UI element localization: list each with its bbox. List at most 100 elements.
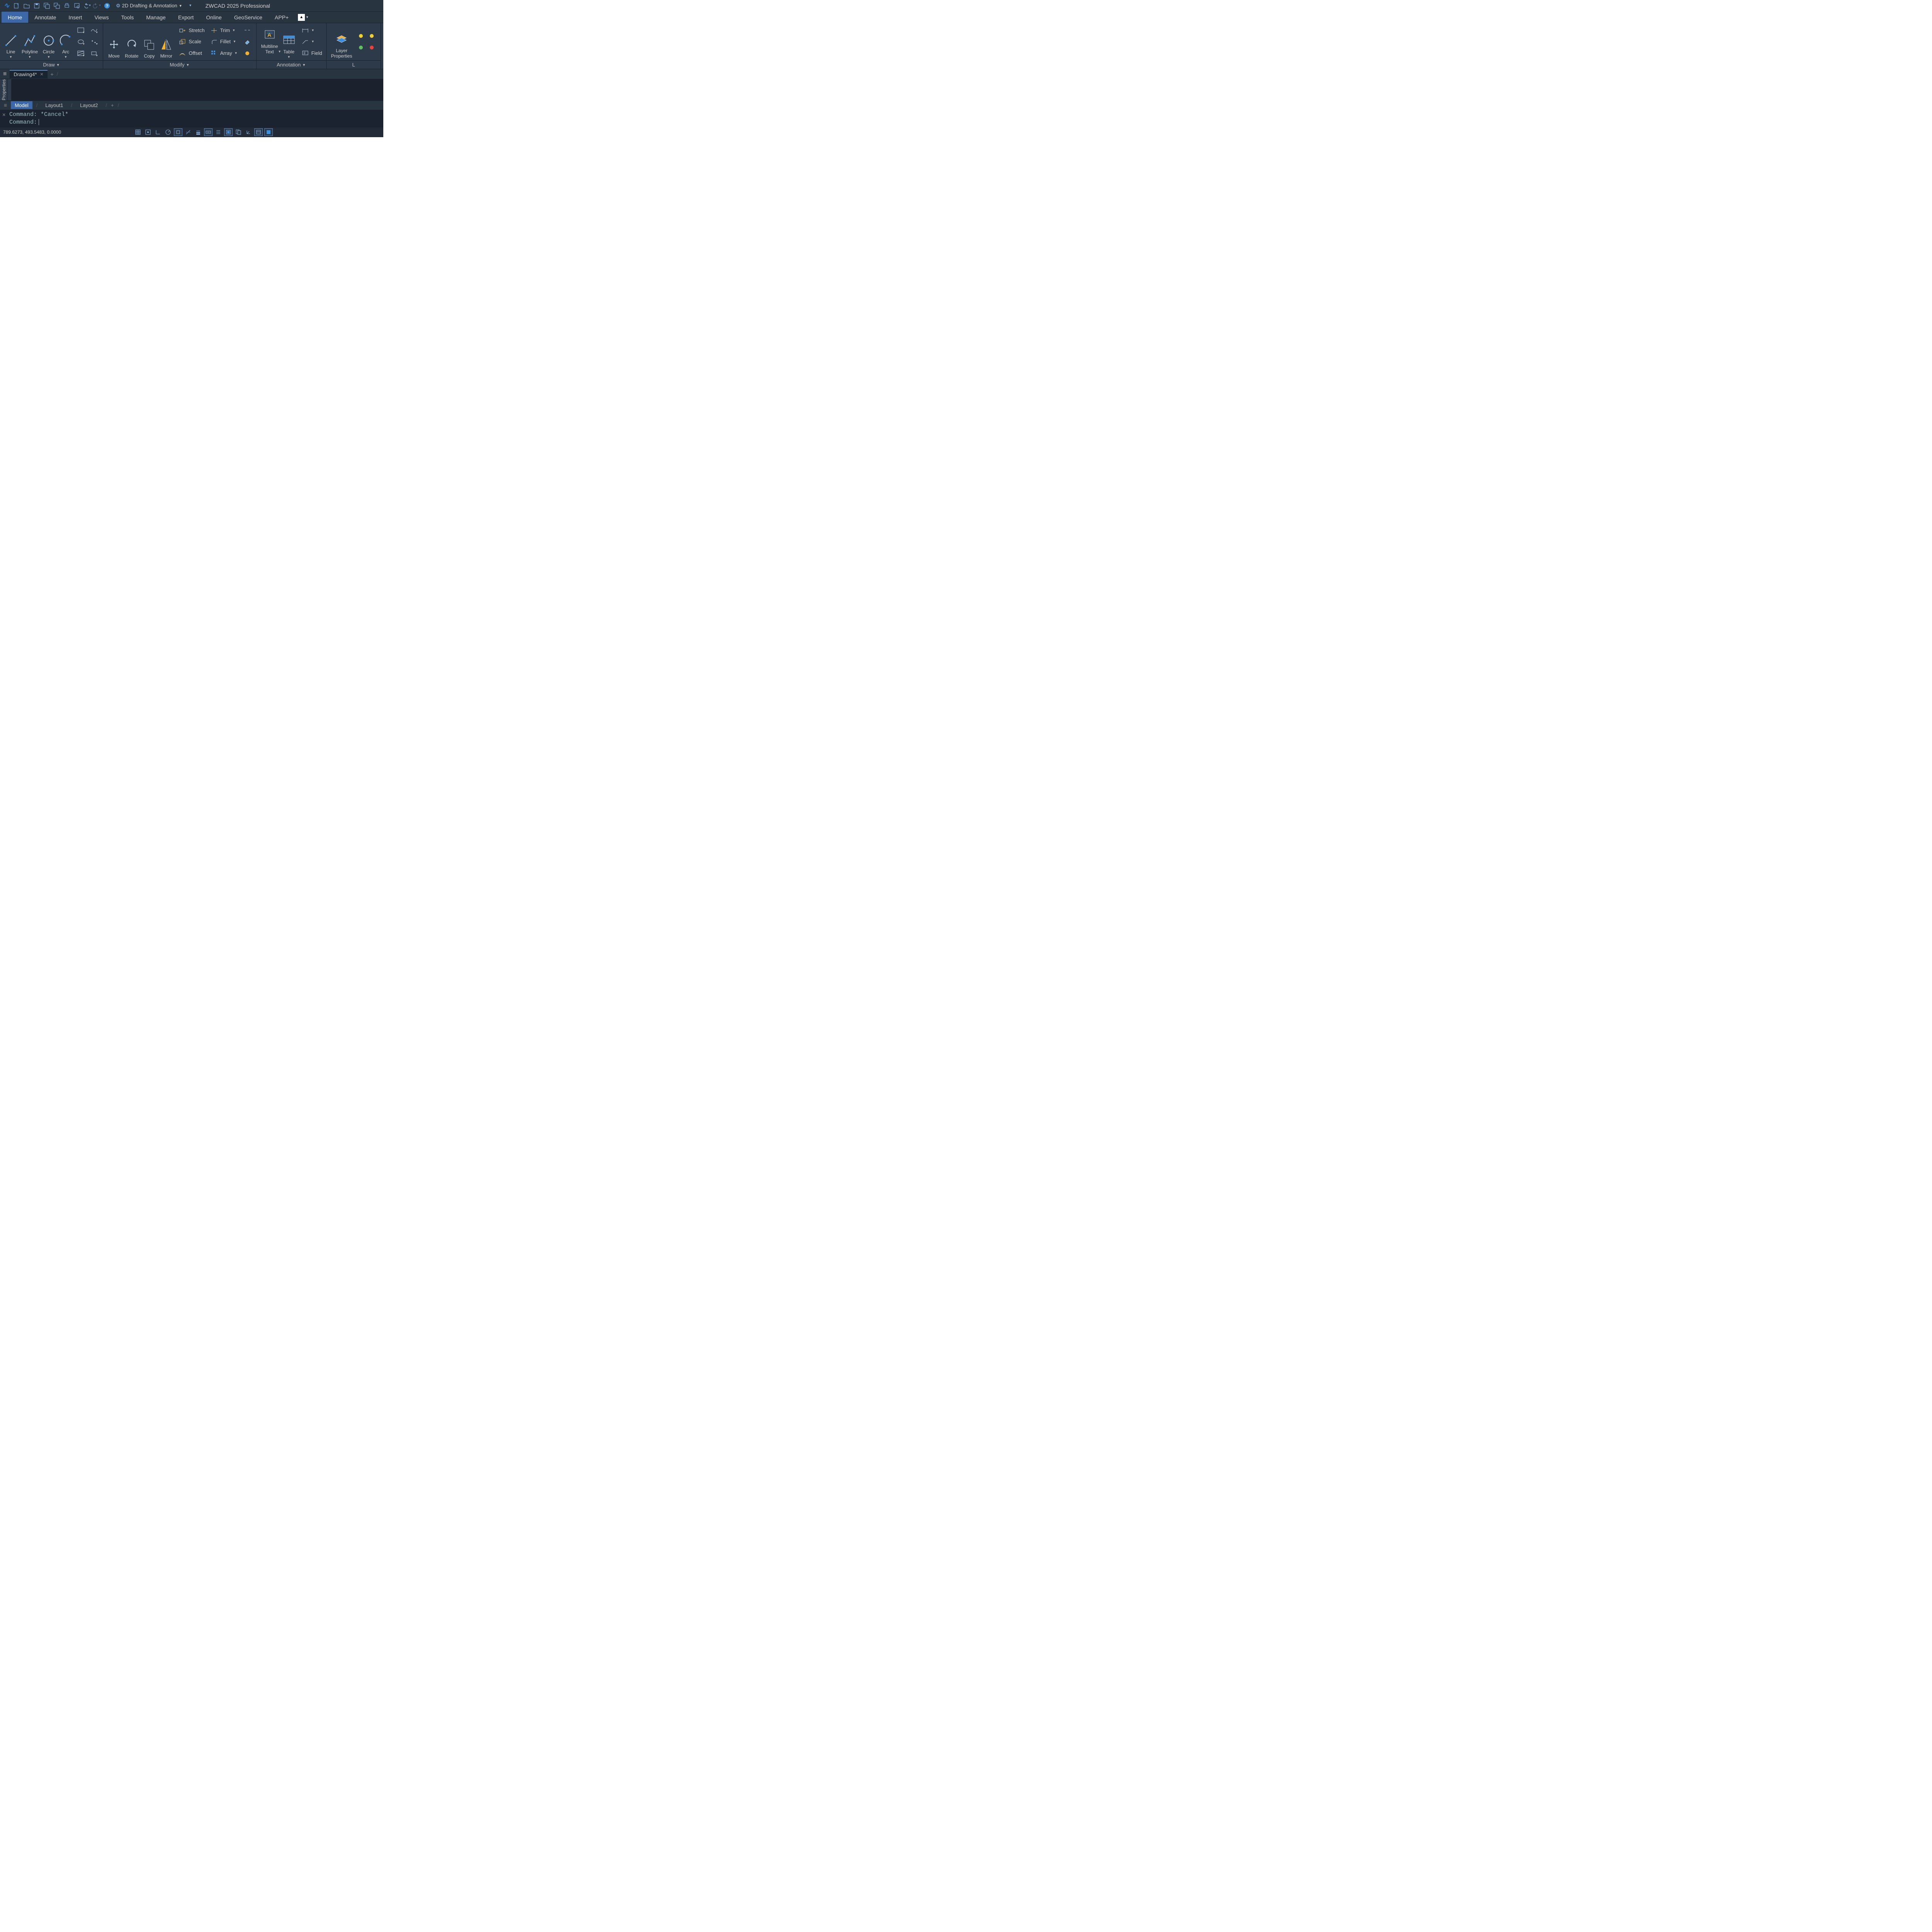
array-button[interactable]: Array▼ — [209, 48, 239, 58]
break-button[interactable] — [242, 26, 252, 35]
fillet-button[interactable]: Fillet▼ — [209, 36, 239, 47]
cycling-toggle[interactable] — [234, 128, 243, 136]
layer-lock-icon[interactable] — [356, 43, 366, 52]
command-window[interactable]: ✕ Command: *Cancel* Command: — [0, 110, 383, 127]
circle-button[interactable]: Circle ▼ — [40, 25, 57, 59]
leader-icon — [301, 38, 309, 46]
command-window-close-icon[interactable]: ✕ — [2, 112, 5, 118]
save-icon[interactable] — [32, 2, 41, 10]
layer-freeze-icon[interactable] — [367, 31, 377, 41]
plot-preview-icon[interactable] — [73, 2, 81, 10]
layer-off-icon[interactable] — [356, 31, 366, 41]
move-button[interactable]: Move — [105, 25, 122, 59]
layer-properties-icon — [335, 33, 348, 46]
tab-tools[interactable]: Tools — [115, 12, 140, 23]
lineweight-toggle[interactable] — [194, 128, 202, 136]
quick-properties-toggle[interactable] — [254, 128, 263, 136]
tab-app-plus[interactable]: APP+ — [269, 12, 295, 23]
stretch-button[interactable]: Stretch — [177, 25, 206, 36]
stretch-icon — [179, 27, 186, 34]
ellipse-button[interactable]: ▼ — [76, 37, 86, 46]
add-layout-tab-icon[interactable]: + — [111, 102, 114, 108]
rotate-button[interactable]: Rotate — [122, 25, 141, 59]
layer-isolate-icon[interactable] — [367, 43, 377, 52]
tab-geoservice[interactable]: GeoService — [228, 12, 269, 23]
panel-modify: Move Rotate Copy Mirror Stretch Scale — [103, 23, 257, 69]
tab-home[interactable]: Home — [2, 12, 28, 23]
saveas-icon[interactable] — [43, 2, 51, 10]
spline-button[interactable]: ▼ — [89, 26, 99, 35]
ortho-toggle[interactable] — [154, 128, 162, 136]
tab-export[interactable]: Export — [172, 12, 200, 23]
scale-button[interactable]: Scale — [177, 36, 206, 47]
ribbon-toggle[interactable]: ▲▼ — [298, 12, 309, 23]
array-icon — [210, 49, 218, 57]
saveall-icon[interactable] — [53, 2, 61, 10]
dynamic-ucs-toggle[interactable] — [244, 128, 253, 136]
tab-views[interactable]: Views — [88, 12, 115, 23]
command-prompt-line[interactable]: Command: — [3, 119, 380, 126]
copy-button[interactable]: Copy — [141, 25, 158, 59]
point-button[interactable]: ▼ — [89, 37, 99, 46]
lwt-toggle[interactable] — [214, 128, 223, 136]
leader-button[interactable]: ▼ — [300, 36, 324, 47]
add-file-tab-icon[interactable]: + — [51, 71, 54, 77]
status-coordinates[interactable]: 789.6273, 493.5483, 0.0000 — [3, 129, 61, 135]
hatch-button[interactable]: ▼ — [76, 49, 86, 58]
region-button[interactable]: ▼ — [89, 49, 99, 58]
dynamic-input-toggle[interactable] — [204, 128, 213, 136]
snap-toggle[interactable] — [144, 128, 152, 136]
line-button[interactable]: Line ▼ — [2, 25, 19, 59]
panel-draw-label[interactable]: Draw▼ — [0, 60, 103, 69]
layout-tab-model[interactable]: Model — [11, 101, 32, 109]
chevron-down-icon: ▼ — [179, 4, 182, 8]
selection-filter-toggle[interactable] — [264, 128, 273, 136]
file-tab-active[interactable]: Drawing4* ✕ — [10, 70, 47, 78]
offset-button[interactable]: Offset — [177, 48, 206, 58]
file-tabs-menu-icon[interactable]: ≡ — [3, 71, 7, 78]
drawing-canvas[interactable]: L (LINE) LA (LAYER) LAS (LAYERSTATE) LAS… — [12, 79, 383, 100]
model-toggle[interactable] — [224, 128, 233, 136]
layer-properties-button[interactable]: Layer Properties — [329, 25, 355, 59]
panel-layer-label[interactable]: L — [327, 60, 381, 69]
erase-button[interactable] — [242, 37, 252, 46]
new-icon[interactable] — [12, 2, 21, 10]
redo-icon[interactable]: ▼ — [93, 2, 101, 10]
arc-icon — [60, 34, 72, 47]
panel-modify-label[interactable]: Modify▼ — [103, 60, 256, 69]
polar-toggle[interactable] — [164, 128, 172, 136]
multiline-text-button[interactable]: A Multiline Text ▼ — [259, 25, 281, 59]
linear-dim-button[interactable]: ▼ — [300, 25, 324, 36]
explode-button[interactable] — [242, 49, 252, 58]
rectangle-button[interactable]: ▼ — [76, 26, 86, 35]
workspace-selector[interactable]: ⚙ 2D Drafting & Annotation ▼ — [116, 3, 182, 9]
trim-icon — [210, 27, 218, 34]
help-icon[interactable]: ? — [103, 2, 111, 10]
table-button[interactable]: Table ▼ — [281, 25, 298, 59]
polyline-button[interactable]: Polyline ▼ — [19, 25, 40, 59]
properties-panel-collapsed[interactable]: Properties — [0, 79, 8, 100]
panel-draw: Line ▼ Polyline ▼ Circle ▼ Arc ▼ — [0, 23, 103, 69]
layout-tab-layout2[interactable]: Layout2 — [76, 101, 102, 109]
otrack-toggle[interactable] — [184, 128, 192, 136]
quickaccess-customize-icon[interactable]: ▾ — [186, 2, 195, 10]
osnap-toggle[interactable] — [174, 128, 182, 136]
open-icon[interactable] — [22, 2, 31, 10]
app-logo[interactable]: ∿ — [2, 2, 11, 10]
field-button[interactable]: FField — [300, 48, 324, 58]
layout-tab-layout1[interactable]: Layout1 — [41, 101, 67, 109]
undo-icon[interactable]: ▼ — [83, 2, 91, 10]
tab-insert[interactable]: Insert — [62, 12, 88, 23]
trim-button[interactable]: Trim▼ — [209, 25, 239, 36]
copy-icon — [143, 39, 155, 51]
print-icon[interactable] — [63, 2, 71, 10]
tab-online[interactable]: Online — [200, 12, 228, 23]
mirror-button[interactable]: Mirror — [158, 25, 175, 59]
tab-manage[interactable]: Manage — [140, 12, 172, 23]
tab-annotate[interactable]: Annotate — [28, 12, 62, 23]
grid-toggle[interactable] — [134, 128, 142, 136]
layout-tabs-menu-icon[interactable]: ≡ — [4, 102, 7, 108]
close-icon[interactable]: ✕ — [40, 72, 43, 77]
arc-button[interactable]: Arc ▼ — [57, 25, 74, 59]
panel-annotation-label[interactable]: Annotation▼ — [257, 60, 326, 69]
